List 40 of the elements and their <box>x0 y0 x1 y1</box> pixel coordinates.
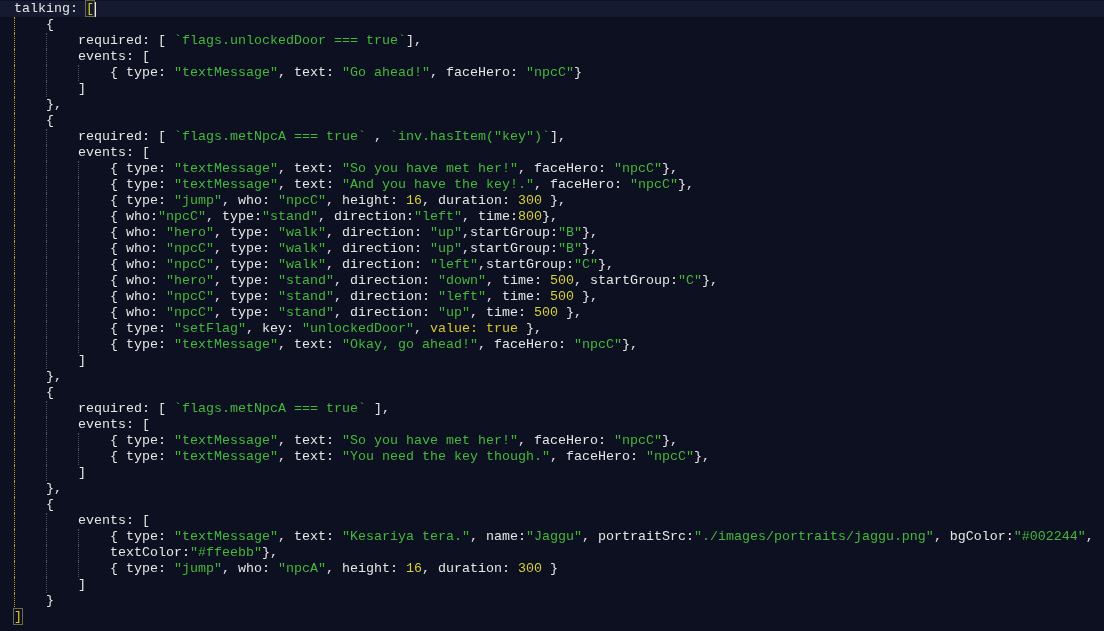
code-line: { type: "textMessage", text: "So you have met her!", faceHero: "npcC"}, <box>108 161 678 177</box>
code-line: } <box>45 593 54 609</box>
code-line: { type: "textMessage", text: "Kesariya tera.", name:"Jaggu", portraitSrc:"./images/portraits/jaggu.png", bgColor:"#002244", <box>108 529 1094 545</box>
code-line: { type: "textMessage", text: "You need the key though.", faceHero: "npcC"}, <box>108 449 710 465</box>
code-line: { type: "textMessage", text: "So you have met her!", faceHero: "npcC"}, <box>108 433 678 449</box>
code-line: { who: "hero", type: "stand", direction: "down", time: 500, startGroup:"C"}, <box>108 273 718 289</box>
code-line: { type: "jump", who: "npcA", height: 16, duration: 300 } <box>108 561 558 577</box>
code-line: ] <box>77 465 86 481</box>
code-line: { who:"npcC", type:"stand", direction:"left", time:800}, <box>108 209 558 225</box>
code-line: { who: "npcC", type: "stand", direction: "up", time: 500 }, <box>108 305 582 321</box>
code-line: textColor:"#ffeebb"}, <box>108 545 278 561</box>
code-line: ] <box>77 577 86 593</box>
code-line: required: [ `flags.unlockedDoor === true`], <box>77 33 422 49</box>
text-cursor <box>95 1 96 17</box>
code-line: { who: "npcC", type: "walk", direction: "up",startGroup:"B"}, <box>108 241 598 257</box>
code-line: events: [ <box>77 513 150 529</box>
code-line: { <box>45 497 54 513</box>
code-line: events: [ <box>77 417 150 433</box>
code-line: ] <box>77 81 86 97</box>
code-line: { <box>45 385 54 401</box>
code-line: talking: [ <box>14 1 94 17</box>
code-line: { <box>45 113 54 129</box>
code-line: { type: "textMessage", text: "Okay, go ahead!", faceHero: "npcC"}, <box>108 337 638 353</box>
code-line: { type: "setFlag", key: "unlockedDoor", value: true }, <box>108 321 542 337</box>
code-line: { who: "hero", type: "walk", direction: "up",startGroup:"B"}, <box>108 225 598 241</box>
code-line: }, <box>45 97 62 113</box>
code-line: ] <box>14 609 22 625</box>
code-line: { who: "npcC", type: "stand", direction: "left", time: 500 }, <box>108 289 598 305</box>
code-line: { type: "textMessage", text: "And you have the key!.", faceHero: "npcC"}, <box>108 177 694 193</box>
code-line: { type: "jump", who: "npcC", height: 16, duration: 300 }, <box>108 193 566 209</box>
code-line: events: [ <box>77 145 150 161</box>
code-line: { <box>45 17 54 33</box>
code-line: ] <box>77 353 86 369</box>
code-line: events: [ <box>77 49 150 65</box>
code-line: required: [ `flags.metNpcA === true` ], <box>77 401 390 417</box>
code-line: }, <box>45 481 62 497</box>
code-line: { type: "textMessage", text: "Go ahead!", faceHero: "npcC"} <box>108 65 582 81</box>
code-line: { who: "npcC", type: "walk", direction: "left",startGroup:"C"}, <box>108 257 614 273</box>
code-line: required: [ `flags.metNpcA === true` , `inv.hasItem("key")`], <box>77 129 566 145</box>
code-line: }, <box>45 369 62 385</box>
